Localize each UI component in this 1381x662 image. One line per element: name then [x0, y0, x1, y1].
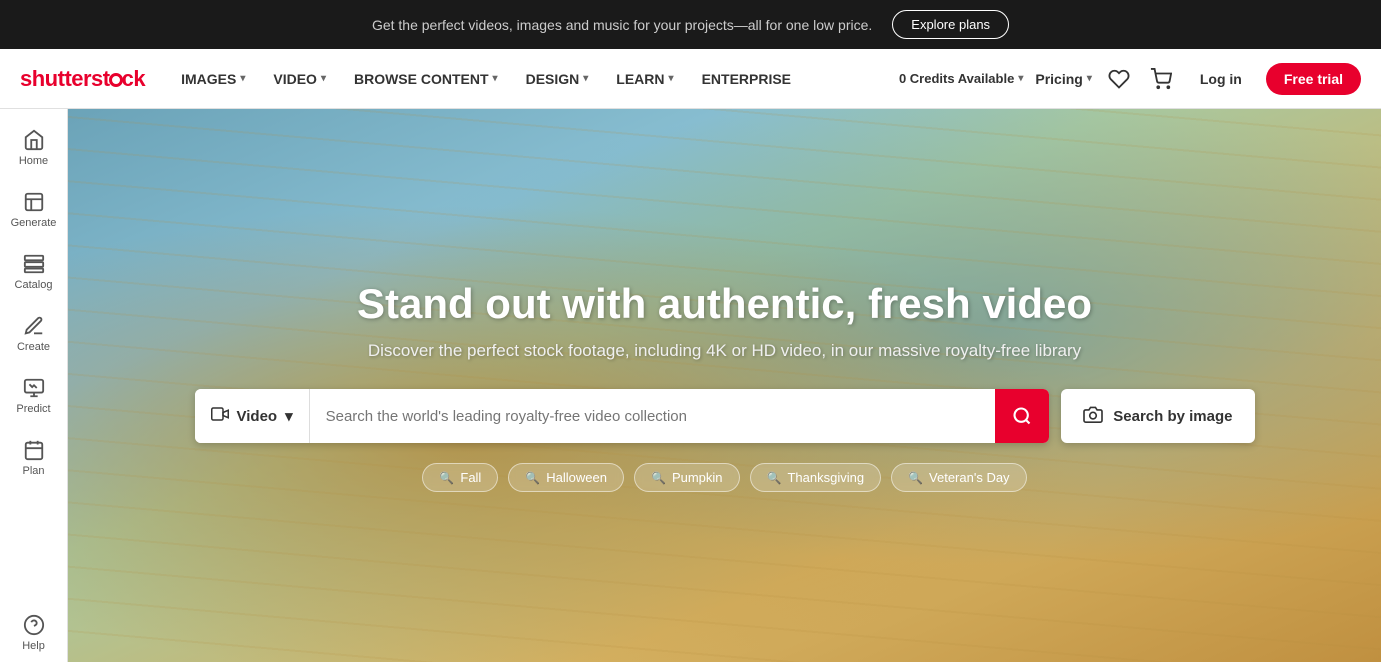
sidebar-item-plan[interactable]: Plan	[4, 429, 64, 487]
chevron-down-icon: ▾	[669, 73, 674, 84]
tag-pumpkin[interactable]: 🔍 Pumpkin	[634, 463, 740, 492]
sidebar-help-label: Help	[22, 640, 45, 652]
sidebar-create-label: Create	[17, 341, 50, 353]
help-icon	[23, 614, 45, 636]
hero-title: Stand out with authentic, fresh video	[108, 279, 1341, 329]
chevron-down-icon: ▾	[285, 407, 293, 425]
nav-links: IMAGES ▾ VIDEO ▾ BROWSE CONTENT ▾ DESIGN…	[169, 63, 899, 95]
search-icon: 🔍	[767, 471, 782, 485]
search-bar: Video ▾	[195, 389, 1050, 443]
hero-subtitle: Discover the perfect stock footage, incl…	[108, 341, 1341, 361]
search-icon: 🔍	[525, 471, 540, 485]
credits-button[interactable]: 0 Credits Available ▾	[899, 71, 1023, 86]
login-button[interactable]: Log in	[1188, 63, 1254, 95]
search-by-image-label: Search by image	[1113, 408, 1232, 425]
logo[interactable]: shutterstck	[20, 66, 145, 92]
sidebar-item-home[interactable]: Home	[4, 119, 64, 177]
sidebar-item-help[interactable]: Help	[4, 604, 64, 662]
hero-section: Stand out with authentic, fresh video Di…	[68, 109, 1381, 662]
nav-right: 0 Credits Available ▾ Pricing ▾ Log in F…	[899, 63, 1361, 95]
chevron-down-icon: ▾	[583, 73, 588, 84]
video-icon	[211, 407, 229, 425]
sidebar-item-create[interactable]: Create	[4, 305, 64, 363]
sidebar-predict-label: Predict	[16, 403, 50, 415]
chevron-down-icon: ▾	[321, 73, 326, 84]
hero-content: Stand out with authentic, fresh video Di…	[68, 279, 1381, 492]
search-input[interactable]	[310, 389, 996, 443]
search-by-image-button[interactable]: Search by image	[1061, 389, 1254, 443]
search-icon: 🔍	[439, 471, 454, 485]
chevron-down-icon: ▾	[493, 73, 498, 84]
tag-veterans-day[interactable]: 🔍 Veteran's Day	[891, 463, 1026, 492]
logo-text: shutterstck	[20, 66, 145, 92]
nav-enterprise[interactable]: ENTERPRISE	[690, 63, 803, 95]
search-type-label: Video	[237, 408, 278, 425]
camera-icon	[1083, 405, 1103, 427]
sidebar-item-generate[interactable]: Generate	[4, 181, 64, 239]
tag-halloween[interactable]: 🔍 Halloween	[508, 463, 624, 492]
catalog-icon	[23, 253, 45, 275]
tag-thanksgiving[interactable]: 🔍 Thanksgiving	[750, 463, 882, 492]
sidebar-item-catalog[interactable]: Catalog	[4, 243, 64, 301]
sidebar-home-label: Home	[19, 155, 48, 167]
sidebar: Home Generate Catalog	[0, 109, 68, 662]
nav-images[interactable]: IMAGES ▾	[169, 63, 257, 95]
pricing-button[interactable]: Pricing ▾	[1035, 71, 1092, 87]
predict-icon	[23, 377, 45, 399]
chevron-down-icon: ▾	[1018, 73, 1023, 84]
search-icon: 🔍	[908, 471, 923, 485]
home-icon	[23, 129, 45, 151]
page-wrapper: Home Generate Catalog	[0, 109, 1381, 662]
banner-text: Get the perfect videos, images and music…	[372, 17, 872, 33]
cart-button[interactable]	[1146, 64, 1176, 94]
search-submit-button[interactable]	[995, 389, 1049, 443]
explore-plans-button[interactable]: Explore plans	[892, 10, 1009, 39]
nav-browse-content[interactable]: BROWSE CONTENT ▾	[342, 63, 510, 95]
free-trial-button[interactable]: Free trial	[1266, 63, 1361, 95]
search-icon: 🔍	[651, 471, 666, 485]
nav-video[interactable]: VIDEO ▾	[261, 63, 338, 95]
sidebar-item-predict[interactable]: Predict	[4, 367, 64, 425]
main-nav: shutterstck IMAGES ▾ VIDEO ▾ BROWSE CONT…	[0, 49, 1381, 109]
nav-learn[interactable]: LEARN ▾	[604, 63, 685, 95]
chevron-down-icon: ▾	[240, 73, 245, 84]
tag-row: 🔍 Fall 🔍 Halloween 🔍 Pumpkin 🔍 Thanksgiv…	[108, 463, 1341, 492]
top-banner: Get the perfect videos, images and music…	[0, 0, 1381, 49]
sidebar-catalog-label: Catalog	[15, 279, 53, 291]
nav-design[interactable]: DESIGN ▾	[514, 63, 601, 95]
chevron-down-icon: ▾	[1087, 73, 1092, 84]
generate-icon	[23, 191, 45, 213]
favorites-button[interactable]	[1104, 64, 1134, 94]
search-container: Video ▾	[195, 389, 1255, 443]
sidebar-generate-label: Generate	[11, 217, 57, 229]
tag-fall[interactable]: 🔍 Fall	[422, 463, 498, 492]
search-type-button[interactable]: Video ▾	[195, 389, 310, 443]
sidebar-plan-label: Plan	[22, 465, 44, 477]
create-icon	[23, 315, 45, 337]
plan-icon	[23, 439, 45, 461]
